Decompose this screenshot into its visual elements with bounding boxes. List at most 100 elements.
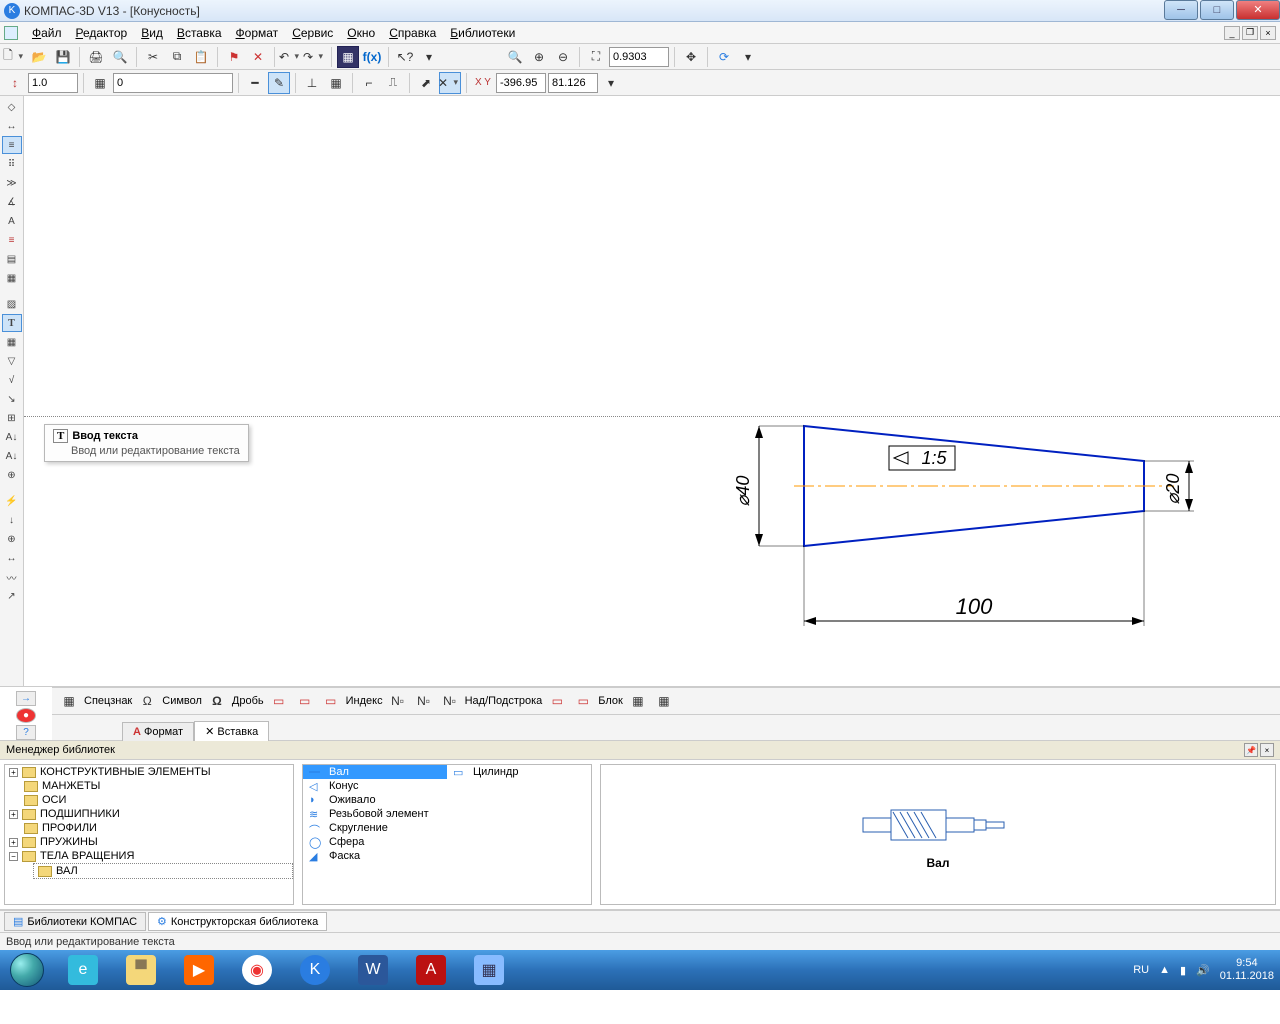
task-explorer[interactable]: ▀ — [113, 951, 169, 989]
fraction-icon[interactable]: Ω — [206, 690, 228, 712]
symbol-label[interactable]: Символ — [162, 695, 202, 707]
menu-editor[interactable]: Редактор — [72, 24, 132, 42]
auto-tool[interactable]: ↗ — [2, 587, 22, 605]
task-acrobat[interactable]: A — [403, 951, 459, 989]
specchar-label[interactable]: Спецзнак — [84, 695, 132, 707]
list-item[interactable]: ◯Сфера — [303, 835, 447, 849]
menu-format[interactable]: Формат — [232, 24, 283, 42]
menu-file[interactable]: Файл — [28, 24, 66, 42]
select-tool[interactable]: A — [2, 212, 22, 230]
tray-clock[interactable]: 9:54 01.11.2018 — [1220, 957, 1274, 983]
list-item[interactable]: ◗Оживало — [303, 793, 447, 807]
system-tray[interactable]: RU ▲ ▮ 🔊 9:54 01.11.2018 — [1133, 957, 1280, 983]
specchar-icon[interactable]: ▦ — [58, 690, 80, 712]
menu-help[interactable]: Справка — [385, 24, 440, 42]
menu-insert[interactable]: Вставка — [173, 24, 226, 42]
mdi-close[interactable]: × — [1260, 26, 1276, 40]
dropdown-icon[interactable]: ▾ — [600, 72, 622, 94]
list-item[interactable]: ⌒Скругление — [303, 821, 447, 835]
menu-libraries[interactable]: Библиотеки — [446, 24, 519, 42]
preview-button[interactable]: 🔍 — [109, 46, 131, 68]
index-icon2[interactable]: ▭ — [294, 690, 316, 712]
base-tool[interactable]: ▽ — [2, 352, 22, 370]
start-button[interactable] — [0, 950, 54, 990]
supersub-icon1[interactable]: N▫ — [387, 690, 409, 712]
tray-flag-icon[interactable]: ▲ — [1159, 964, 1170, 976]
libmgr-close-icon[interactable]: × — [1260, 743, 1274, 757]
leader-tool[interactable]: ↘ — [2, 390, 22, 408]
fraction-label[interactable]: Дробь — [232, 695, 264, 707]
annotation-tool[interactable]: ≡ — [2, 136, 22, 154]
zoom-in-button[interactable]: ⊕ — [528, 46, 550, 68]
supersub-icon3[interactable]: N▫ — [439, 690, 461, 712]
props-button[interactable]: ⚑ — [223, 46, 245, 68]
libmgr-button[interactable]: ▦ — [337, 46, 359, 68]
task-kompas[interactable]: K — [287, 951, 343, 989]
task-ie[interactable]: e — [55, 951, 111, 989]
symbol-icon[interactable]: Ω — [136, 690, 158, 712]
supersub-icon2[interactable]: N▫ — [413, 690, 435, 712]
supersub-label[interactable]: Над/Подстрока — [465, 695, 543, 707]
snap-menu-button[interactable]: ✕ — [439, 72, 461, 94]
layer-input[interactable] — [113, 73, 233, 93]
report-tool[interactable]: ▤ — [2, 250, 22, 268]
centerline-tool[interactable]: ⊕ — [2, 530, 22, 548]
line-style-2[interactable]: ✎ — [268, 72, 290, 94]
menu-view[interactable]: Вид — [137, 24, 167, 42]
menu-service[interactable]: Сервис — [288, 24, 337, 42]
tray-volume-icon[interactable]: 🔊 — [1196, 964, 1210, 977]
libmgr-pin-icon[interactable]: 📌 — [1244, 743, 1258, 757]
block-icon1[interactable]: ▭ — [546, 690, 568, 712]
task-word[interactable]: W — [345, 951, 401, 989]
zoom-value-input[interactable] — [609, 47, 669, 67]
section-tool[interactable]: A↓ — [2, 447, 22, 465]
coord-x-input[interactable] — [496, 73, 546, 93]
task-calc[interactable]: ▦ — [461, 951, 517, 989]
tray-network-icon[interactable]: ▮ — [1180, 964, 1186, 977]
open-button[interactable]: 📂 — [28, 46, 50, 68]
maximize-button[interactable]: □ — [1200, 0, 1234, 20]
block-icon2[interactable]: ▭ — [572, 690, 594, 712]
wave-tool[interactable]: 〰 — [2, 568, 22, 586]
apply-icon[interactable]: → — [16, 691, 36, 706]
lib-tab-constructor[interactable]: ⚙Конструкторская библиотека — [148, 912, 327, 931]
arrow-tool[interactable]: A↓ — [2, 428, 22, 446]
dimension-tool[interactable]: ↔ — [2, 117, 22, 135]
axis-tool[interactable]: ↔ — [2, 549, 22, 567]
dropdown-icon[interactable]: ▾ — [418, 46, 440, 68]
roughness-tool[interactable]: √ — [2, 371, 22, 389]
refresh-button[interactable]: ⟳ — [713, 46, 735, 68]
save-button[interactable]: 💾 — [52, 46, 74, 68]
ortho-button[interactable]: ⌐ — [358, 72, 380, 94]
dropdown-icon[interactable]: ▾ — [737, 46, 759, 68]
geometry-tool[interactable]: ◇ — [2, 98, 22, 116]
text-tool[interactable]: T — [2, 314, 22, 332]
local-cs-button[interactable]: ⬈ — [415, 72, 437, 94]
param-tool[interactable]: ≫ — [2, 174, 22, 192]
library-list[interactable]: ⎯⎯Вал ◁Конус ◗Оживало ≋Резьбовой элемент… — [302, 764, 592, 905]
print-button[interactable]: 🖨 — [85, 46, 107, 68]
spec-tool[interactable]: ≡ — [2, 231, 22, 249]
tolerance-tool[interactable]: ⊞ — [2, 409, 22, 427]
list-item[interactable]: ◁Конус — [303, 779, 447, 793]
scale-input[interactable] — [28, 73, 78, 93]
redo-button[interactable]: ↷ — [304, 46, 326, 68]
table-tool[interactable]: ▦ — [2, 333, 22, 351]
line-style-1[interactable]: ━ — [244, 72, 266, 94]
task-chrome[interactable]: ◉ — [229, 951, 285, 989]
zoom-out-button[interactable]: ⊖ — [552, 46, 574, 68]
variables-button[interactable]: f(x) — [361, 46, 383, 68]
index-label[interactable]: Индекс — [346, 695, 383, 707]
snap-perp[interactable]: ⊥ — [301, 72, 323, 94]
center-tool[interactable]: ⊕ — [2, 466, 22, 484]
list-item[interactable]: ≋Резьбовой элемент — [303, 807, 447, 821]
lib-tab-kompas[interactable]: ▤Библиотеки КОМПАС — [4, 912, 146, 931]
cut-button[interactable]: ✂ — [142, 46, 164, 68]
zoom-fit-button[interactable]: ⛶ — [585, 46, 607, 68]
snap-button[interactable]: ⎍ — [382, 72, 404, 94]
block-label[interactable]: Блок — [598, 695, 623, 707]
drawing-canvas[interactable]: TВвод текста Ввод или редактирование тек… — [24, 96, 1280, 686]
grid-button[interactable]: ▦ — [325, 72, 347, 94]
help-cursor-button[interactable]: ↖? — [394, 46, 416, 68]
hatch-tool[interactable]: ▨ — [2, 295, 22, 313]
